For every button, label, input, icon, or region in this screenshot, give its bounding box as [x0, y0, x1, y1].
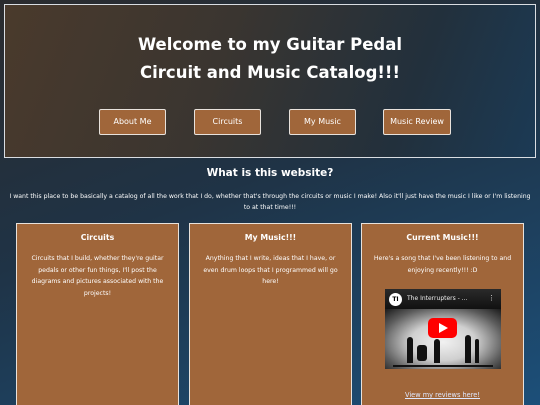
- intro-text: I want this place to be basically a cata…: [9, 193, 531, 211]
- title-line-1: Welcome to my Guitar Pedal: [137, 35, 403, 54]
- card-title: Circuits: [80, 233, 115, 242]
- title-line-2: Circuit and Music Catalog!!!: [140, 63, 400, 82]
- play-icon[interactable]: [428, 318, 457, 338]
- circuits-card: Circuits Circuits that I build, whether …: [16, 223, 179, 405]
- page-title: Welcome to my Guitar Pedal Circuit and M…: [5, 31, 535, 87]
- card-title: My Music!!!: [244, 233, 297, 242]
- card-text: Circuits that I build, whether they're g…: [31, 255, 164, 297]
- my-music-button[interactable]: My Music: [289, 109, 356, 135]
- video-title[interactable]: The Interrupters - ...: [407, 295, 477, 302]
- hero-banner: Welcome to my Guitar Pedal Circuit and M…: [4, 4, 536, 158]
- my-music-card: My Music!!! Anything that I write, ideas…: [189, 223, 352, 405]
- channel-avatar-icon[interactable]: TI: [389, 293, 402, 306]
- card-title: Current Music!!!: [406, 233, 479, 242]
- more-vert-icon[interactable]: ⋮: [488, 294, 495, 302]
- card-text: Here's a song that I've been listening t…: [373, 255, 512, 274]
- section-heading: What is this website?: [206, 167, 334, 179]
- music-review-button[interactable]: Music Review: [383, 109, 451, 135]
- view-reviews-link[interactable]: View my reviews here!: [362, 391, 523, 399]
- card-text: Anything that I write, ideas that I have…: [203, 255, 338, 285]
- youtube-video-embed[interactable]: TI The Interrupters - ... ⋮: [385, 289, 501, 369]
- circuits-button[interactable]: Circuits: [194, 109, 261, 135]
- about-me-button[interactable]: About Me: [99, 109, 166, 135]
- video-header: TI The Interrupters - ... ⋮: [385, 289, 501, 309]
- current-music-card: Current Music!!! Here's a song that I've…: [361, 223, 524, 405]
